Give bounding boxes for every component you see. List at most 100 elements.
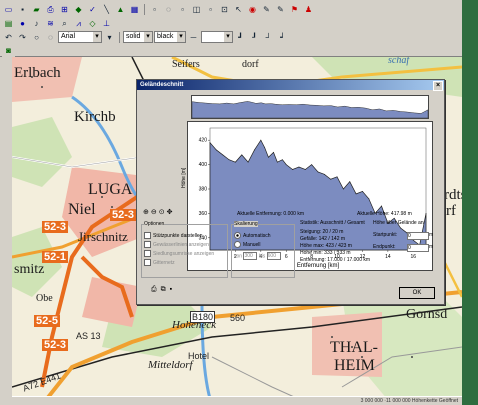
music-icon[interactable]: ♪ xyxy=(30,16,43,30)
font-size-icon[interactable]: ▾ xyxy=(103,30,116,44)
open-icon[interactable]: ▰ xyxy=(30,2,43,16)
manual-radio[interactable]: Manuell xyxy=(234,241,261,248)
stat-line: Entfernung: 17.000 / 17.000 km xyxy=(300,257,371,263)
wave-icon[interactable]: ≋ xyxy=(44,16,57,30)
to-input[interactable]: 600 xyxy=(266,252,281,260)
marker-icon[interactable]: ◉ xyxy=(246,2,259,16)
place-label: THAL- xyxy=(330,339,378,356)
stat-line: Höhe max: 423 / 423 m xyxy=(300,243,352,249)
map-icon[interactable]: ⊞ xyxy=(58,2,71,16)
line-color-select[interactable]: black xyxy=(154,31,186,43)
option-item[interactable]: Stützpunkte darstellen xyxy=(144,232,202,239)
option-item[interactable]: Gewässerlinien anzeigen xyxy=(144,241,209,248)
close-button[interactable]: × xyxy=(433,81,443,91)
elevation-point xyxy=(362,191,363,192)
route-label[interactable]: 52-1 xyxy=(42,251,69,263)
route-label[interactable]: 52-5 xyxy=(34,315,61,327)
pen-icon[interactable]: ✎ xyxy=(274,2,287,16)
road-label: Hotel xyxy=(188,351,210,361)
overview-profile[interactable] xyxy=(191,95,429,119)
undo-icon[interactable]: ↶ xyxy=(2,30,15,44)
route-icon[interactable]: ✓ xyxy=(86,2,99,16)
range-inputs: von 300 bis 600 xyxy=(234,252,281,260)
align-icon[interactable]: ┚ xyxy=(248,30,261,44)
tool-icon[interactable]: ◫ xyxy=(190,2,203,16)
ok-button[interactable]: OK xyxy=(399,287,435,299)
font-select[interactable]: Arial xyxy=(58,31,102,43)
save-icon[interactable]: ▪ xyxy=(170,286,172,294)
print-icon[interactable]: ⎙ xyxy=(44,2,57,16)
place-label: rf xyxy=(446,203,456,219)
camera-icon[interactable]: ◙ xyxy=(2,43,15,57)
zoom-in-icon[interactable]: ⊕ xyxy=(143,208,149,216)
background-stripe xyxy=(462,0,478,405)
elevation-point xyxy=(349,181,351,183)
place-label: rdts xyxy=(444,187,462,203)
layer-icon[interactable]: ◆ xyxy=(72,2,85,16)
start-unit: m xyxy=(429,232,434,238)
end-input[interactable]: 0 xyxy=(407,244,429,252)
option-item[interactable]: Siedlungsumrisse anzeigen xyxy=(144,250,214,257)
new-icon[interactable]: ▭ xyxy=(2,2,15,16)
option-item[interactable]: Gitternetz xyxy=(144,259,175,266)
shape-icon[interactable]: ◌ xyxy=(44,30,57,44)
tool-icon[interactable]: ◌ xyxy=(162,2,175,16)
elevation-point xyxy=(276,161,278,163)
person-icon[interactable]: ♟ xyxy=(302,2,315,16)
terrain-title: Höhe über Gelände an xyxy=(373,220,424,226)
elevation-point xyxy=(222,154,224,156)
place-label: HEIM xyxy=(334,357,375,374)
chart-icon[interactable]: ⩘ xyxy=(72,16,85,30)
route-label[interactable]: 52-3 xyxy=(42,339,69,351)
print-icon[interactable]: ⎙ xyxy=(151,286,157,294)
elevation-point xyxy=(317,171,319,173)
flag-icon[interactable]: ⚑ xyxy=(288,2,301,16)
road-label: AS 13 xyxy=(76,331,101,341)
route-label[interactable]: 52-3 xyxy=(42,221,69,233)
polygon-icon[interactable]: ▲ xyxy=(114,2,127,16)
shape-icon[interactable]: ○ xyxy=(30,30,43,44)
end-unit: m xyxy=(429,244,434,250)
tool-icon[interactable]: ◇ xyxy=(86,16,99,30)
copy-icon[interactable]: ⧉ xyxy=(161,286,166,294)
line-width-select[interactable] xyxy=(201,31,233,43)
layers-icon[interactable]: ▤ xyxy=(2,16,15,30)
pointer-icon[interactable]: ↖ xyxy=(232,2,245,16)
tool-icon[interactable]: ▫ xyxy=(204,2,217,16)
auto-radio[interactable]: Automatisch xyxy=(234,232,271,239)
line-style-icon[interactable]: ─ xyxy=(187,30,200,44)
save-icon[interactable]: ▪ xyxy=(16,2,29,16)
measure-icon[interactable]: ⊥ xyxy=(100,16,113,30)
align-icon[interactable]: ┙ xyxy=(276,30,289,44)
current-distance: Aktuelle Entfernung: 0.000 km xyxy=(237,211,304,217)
pan-icon[interactable]: ✥ xyxy=(167,208,173,216)
redo-icon[interactable]: ↷ xyxy=(16,30,29,44)
from-input[interactable]: 300 xyxy=(243,252,258,260)
fill-style-select[interactable]: solid xyxy=(123,31,153,43)
pen-icon[interactable]: ✎ xyxy=(260,2,273,16)
line-icon[interactable]: ╲ xyxy=(100,2,113,16)
zoom-icon[interactable]: ⌕ xyxy=(58,16,71,30)
place-label: Erlbach xyxy=(14,65,61,81)
elevation-point xyxy=(355,193,357,195)
dialog-titlebar[interactable]: Geländeschnitt × xyxy=(137,80,444,91)
tool-icon[interactable]: ⊡ xyxy=(218,2,231,16)
elevation-point xyxy=(264,147,266,148)
tool-icon[interactable]: ▫ xyxy=(176,2,189,16)
align-icon[interactable]: ┘ xyxy=(262,30,275,44)
align-icon[interactable]: ┛ xyxy=(234,30,247,44)
zoom-out-icon[interactable]: ⊖ xyxy=(151,208,157,216)
grid-icon[interactable]: ▦ xyxy=(128,2,141,16)
globe-icon[interactable]: ● xyxy=(16,16,29,30)
elevation-point xyxy=(282,159,283,161)
start-input[interactable]: 0 xyxy=(407,232,429,240)
place-label: Seifers xyxy=(172,59,200,70)
elevation-point xyxy=(425,213,427,214)
bookmark-icon[interactable]: ▫ xyxy=(148,2,161,16)
options-title: Optionen xyxy=(144,221,165,227)
main-toolbar: ▭ ▪ ▰ ⎙ ⊞ ◆ ✓ ╲ ▲ ▦ ▫ ◌ ▫ ◫ ▫ ⊡ ↖ ◉ ✎ ✎ … xyxy=(2,2,315,16)
view-toolbar: ▤ ● ♪ ≋ ⌕ ⩘ ◇ ⊥ xyxy=(2,16,113,30)
route-label[interactable]: 52-3 xyxy=(110,209,137,221)
zoom-fit-icon[interactable]: ⊙ xyxy=(159,208,165,216)
place-label: Obe xyxy=(36,293,53,304)
